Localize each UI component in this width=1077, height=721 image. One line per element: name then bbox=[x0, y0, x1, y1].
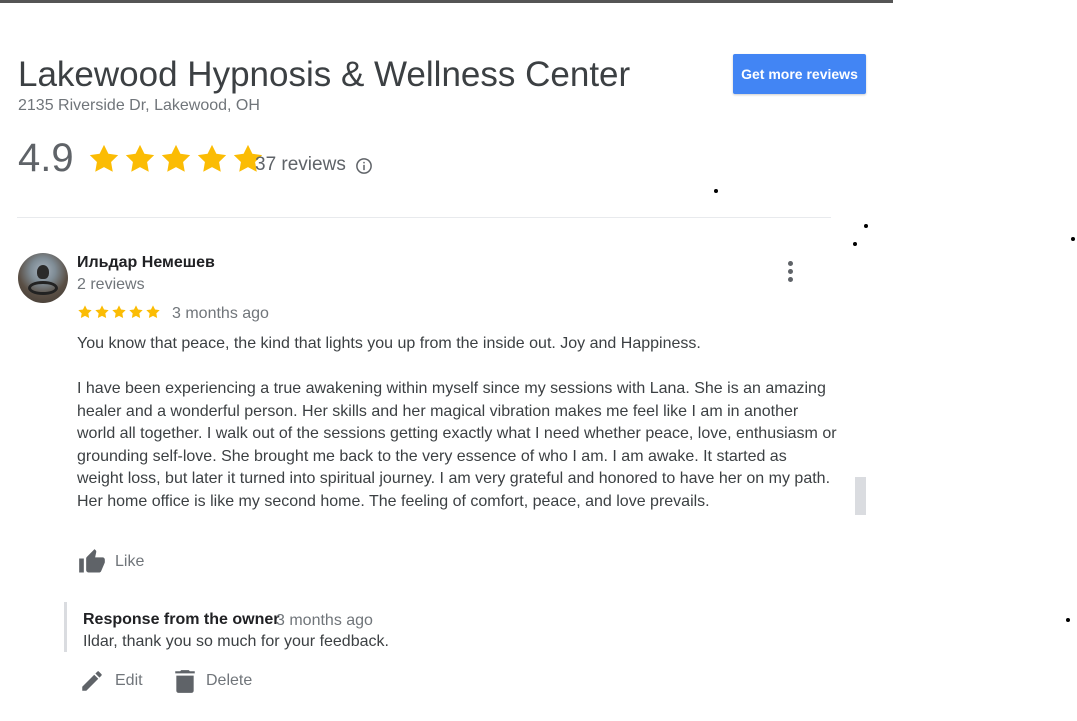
owner-response-title: Response from the owner bbox=[83, 611, 280, 628]
thumb-up-icon bbox=[79, 549, 105, 573]
edit-button[interactable]: Edit bbox=[79, 668, 143, 694]
get-more-reviews-button[interactable]: Get more reviews bbox=[733, 54, 866, 94]
edit-label: Edit bbox=[115, 672, 143, 689]
top-border bbox=[0, 0, 893, 3]
stray-dot bbox=[1071, 237, 1075, 241]
info-icon[interactable] bbox=[355, 157, 373, 175]
avatar-bike bbox=[28, 281, 58, 295]
review-paragraph: I have been experiencing a true awakenin… bbox=[77, 380, 837, 488]
star-icon bbox=[129, 305, 143, 319]
stray-dot bbox=[1066, 618, 1070, 622]
reviewer-review-count: 2 reviews bbox=[77, 276, 145, 293]
review-paragraph: Her home office is like my second home. … bbox=[77, 493, 710, 511]
stray-dot bbox=[864, 224, 868, 228]
star-icon bbox=[197, 144, 227, 172]
avatar-figure bbox=[37, 265, 49, 279]
like-label: Like bbox=[115, 553, 145, 570]
delete-button[interactable]: Delete bbox=[174, 668, 252, 694]
business-name: Lakewood Hypnosis & Wellness Center bbox=[18, 55, 631, 94]
reviewer-name[interactable]: Ильдар Немешев bbox=[77, 254, 215, 272]
delete-label: Delete bbox=[206, 672, 253, 689]
trash-icon bbox=[175, 670, 195, 693]
stray-dot bbox=[714, 189, 718, 193]
avatar[interactable] bbox=[18, 253, 68, 303]
star-icon bbox=[112, 305, 126, 319]
review-text: You know that peace, the kind that light… bbox=[77, 333, 837, 514]
more-vert-icon[interactable] bbox=[778, 258, 802, 286]
pencil-icon bbox=[82, 671, 102, 691]
review-count: 37 reviews bbox=[255, 154, 346, 175]
star-icon bbox=[161, 144, 191, 172]
scrollbar-thumb[interactable] bbox=[855, 477, 866, 515]
owner-response-text: Ildar, thank you so much for your feedba… bbox=[83, 633, 389, 650]
star-icon bbox=[89, 144, 119, 172]
owner-response-date: 3 months ago bbox=[276, 612, 373, 629]
stray-dot bbox=[853, 242, 857, 246]
average-rating: 4.9 bbox=[18, 136, 74, 180]
like-button[interactable]: Like bbox=[77, 548, 144, 576]
review-paragraph: You know that peace, the kind that light… bbox=[77, 335, 701, 352]
star-icon bbox=[125, 144, 155, 172]
rating-stars bbox=[87, 142, 265, 176]
review-date: 3 months ago bbox=[172, 305, 269, 322]
review-stars bbox=[77, 304, 161, 320]
owner-response: Response from the owner 3 months ago Ild… bbox=[64, 602, 767, 652]
star-icon bbox=[95, 305, 109, 319]
star-icon bbox=[146, 305, 160, 319]
star-icon bbox=[78, 305, 92, 319]
divider bbox=[17, 217, 831, 218]
business-address: 2135 Riverside Dr, Lakewood, OH bbox=[18, 97, 260, 114]
